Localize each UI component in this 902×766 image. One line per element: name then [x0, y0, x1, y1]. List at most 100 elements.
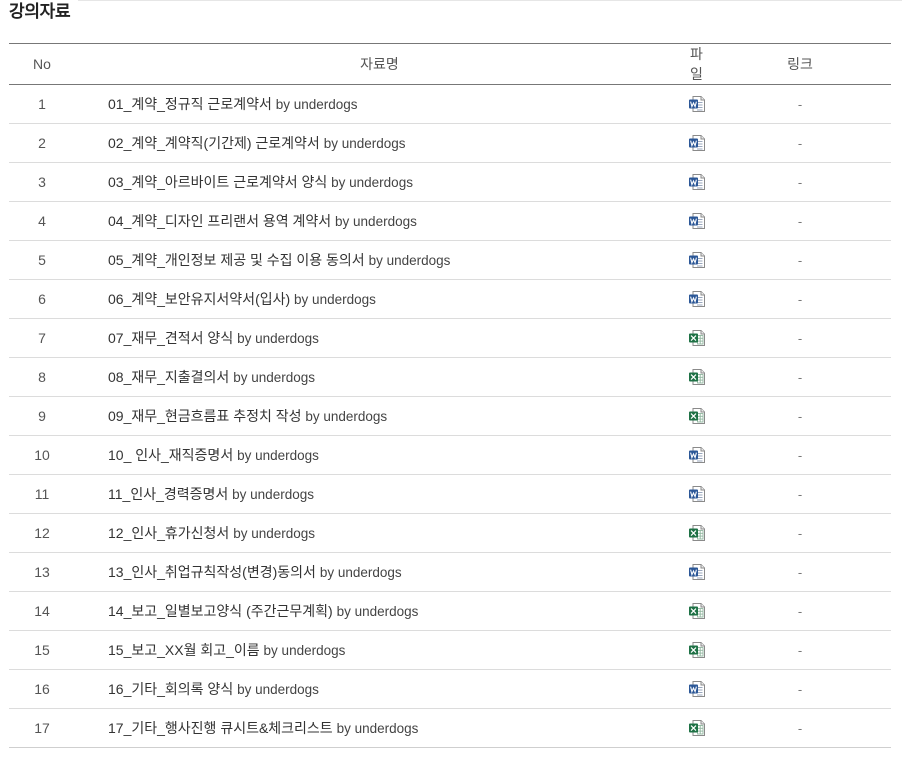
- material-author: by underdogs: [237, 331, 319, 346]
- row-number: 9: [9, 396, 75, 436]
- material-title: 17_기타_행사진행 큐시트&체크리스트: [108, 720, 333, 736]
- word-doc-icon[interactable]: [688, 563, 706, 581]
- material-name-cell: 05_계약_개인정보 제공 및 수집 이용 동의서 by underdogs: [75, 240, 684, 280]
- link-placeholder: -: [797, 448, 803, 463]
- excel-sheet-icon[interactable]: [688, 368, 706, 386]
- word-doc-icon[interactable]: [688, 134, 706, 152]
- section-title: 강의자료: [9, 2, 71, 21]
- table-row: 4 04_계약_디자인 프리랜서 용역 계약서 by underdogs -: [9, 201, 891, 241]
- table-row: 7 07_재무_견적서 양식 by underdogs -: [9, 318, 891, 358]
- link-cell: -: [709, 591, 891, 631]
- link-placeholder: -: [797, 370, 803, 385]
- word-doc-icon[interactable]: [688, 95, 706, 113]
- link-placeholder: -: [797, 214, 803, 229]
- table-row: 16 16_기타_회의록 양식 by underdogs -: [9, 669, 891, 709]
- link-placeholder: -: [797, 721, 803, 736]
- file-cell: [684, 708, 709, 748]
- word-doc-icon[interactable]: [688, 680, 706, 698]
- row-number: 6: [9, 279, 75, 319]
- table-row: 3 03_계약_아르바이트 근로계약서 양식 by underdogs -: [9, 162, 891, 202]
- materials-table: No 자료명 파일 링크 1 01_계약_정규직 근로계약서 by underdo…: [9, 43, 891, 748]
- link-cell: -: [709, 84, 891, 124]
- row-number: 5: [9, 240, 75, 280]
- word-doc-icon[interactable]: [688, 212, 706, 230]
- table-row: 9 09_재무_현금흐름표 추정치 작성 by underdogs -: [9, 396, 891, 436]
- material-author: by underdogs: [237, 682, 319, 697]
- table-row: 13 13_인사_취업규칙작성(변경)동의서 by underdogs -: [9, 552, 891, 592]
- top-divider: [78, 0, 902, 1]
- table-body: 1 01_계약_정규직 근로계약서 by underdogs -2 02_계약_계약직…: [9, 84, 891, 748]
- material-title: 14_보고_일별보고양식 (주간근무계획): [108, 603, 333, 619]
- word-doc-icon[interactable]: [688, 446, 706, 464]
- link-placeholder: -: [797, 97, 803, 112]
- word-doc-icon[interactable]: [688, 251, 706, 269]
- material-name-cell: 12_인사_휴가신청서 by underdogs: [75, 513, 684, 553]
- excel-sheet-icon[interactable]: [688, 641, 706, 659]
- row-number: 11: [9, 474, 75, 514]
- material-name-cell: 15_보고_XX월 회고_이름 by underdogs: [75, 630, 684, 670]
- header-link: 링크: [709, 43, 891, 85]
- row-number: 12: [9, 513, 75, 553]
- row-number: 3: [9, 162, 75, 202]
- material-author: by underdogs: [336, 604, 419, 619]
- link-cell: -: [709, 123, 891, 163]
- material-name-cell: 02_계약_계약직(기간제) 근로계약서 by underdogs: [75, 123, 684, 163]
- material-author: by underdogs: [368, 253, 451, 268]
- row-number: 7: [9, 318, 75, 358]
- material-title: 10_ 인사_재직증명서: [108, 447, 234, 463]
- link-cell: -: [709, 513, 891, 553]
- material-name-cell: 11_인사_경력증명서 by underdogs: [75, 474, 684, 514]
- row-number: 2: [9, 123, 75, 163]
- file-cell: [684, 630, 709, 670]
- header-file: 파일: [684, 43, 709, 85]
- link-placeholder: -: [797, 643, 803, 658]
- word-doc-icon[interactable]: [688, 173, 706, 191]
- link-placeholder: -: [797, 526, 803, 541]
- material-title: 12_인사_휴가신청서: [108, 525, 230, 541]
- word-doc-icon[interactable]: [688, 290, 706, 308]
- link-cell: -: [709, 162, 891, 202]
- material-author: by underdogs: [263, 643, 346, 658]
- row-number: 14: [9, 591, 75, 631]
- table-row: 5 05_계약_개인정보 제공 및 수집 이용 동의서 by underdogs -: [9, 240, 891, 280]
- excel-sheet-icon[interactable]: [688, 524, 706, 542]
- file-cell: [684, 162, 709, 202]
- material-author: by underdogs: [335, 214, 417, 229]
- row-number: 10: [9, 435, 75, 475]
- table-row: 15 15_보고_XX월 회고_이름 by underdogs -: [9, 630, 891, 670]
- excel-sheet-icon[interactable]: [688, 602, 706, 620]
- material-author: by underdogs: [336, 721, 419, 736]
- table-row: 6 06_계약_보안유지서약서(입사) by underdogs -: [9, 279, 891, 319]
- lecture-materials-page: 강의자료 No 자료명 파일 링크 1 01_계약_정규직 근로계약서 by un…: [0, 0, 902, 766]
- link-cell: -: [709, 279, 891, 319]
- excel-sheet-icon[interactable]: [688, 719, 706, 737]
- material-name-cell: 01_계약_정규직 근로계약서 by underdogs: [75, 84, 684, 124]
- file-cell: [684, 591, 709, 631]
- link-placeholder: -: [797, 292, 803, 307]
- material-title: 16_기타_회의록 양식: [108, 681, 234, 697]
- material-author: by underdogs: [275, 97, 358, 112]
- row-number: 13: [9, 552, 75, 592]
- link-placeholder: -: [797, 604, 803, 619]
- material-name-cell: 10_ 인사_재직증명서 by underdogs: [75, 435, 684, 475]
- material-name-cell: 13_인사_취업규칙작성(변경)동의서 by underdogs: [75, 552, 684, 592]
- row-number: 17: [9, 708, 75, 748]
- file-cell: [684, 240, 709, 280]
- word-doc-icon[interactable]: [688, 485, 706, 503]
- material-author: by underdogs: [305, 409, 388, 424]
- link-cell: -: [709, 669, 891, 709]
- excel-sheet-icon[interactable]: [688, 329, 706, 347]
- table-row: 14 14_보고_일별보고양식 (주간근무계획) by underdogs -: [9, 591, 891, 631]
- material-name-cell: 17_기타_행사진행 큐시트&체크리스트 by underdogs: [75, 708, 684, 748]
- material-name-cell: 08_재무_지출결의서 by underdogs: [75, 357, 684, 397]
- link-cell: -: [709, 201, 891, 241]
- link-placeholder: -: [797, 409, 803, 424]
- material-name-cell: 06_계약_보안유지서약서(입사) by underdogs: [75, 279, 684, 319]
- excel-sheet-icon[interactable]: [688, 407, 706, 425]
- row-number: 8: [9, 357, 75, 397]
- link-cell: -: [709, 240, 891, 280]
- material-name-cell: 16_기타_회의록 양식 by underdogs: [75, 669, 684, 709]
- file-cell: [684, 84, 709, 124]
- file-cell: [684, 201, 709, 241]
- link-placeholder: -: [797, 136, 803, 151]
